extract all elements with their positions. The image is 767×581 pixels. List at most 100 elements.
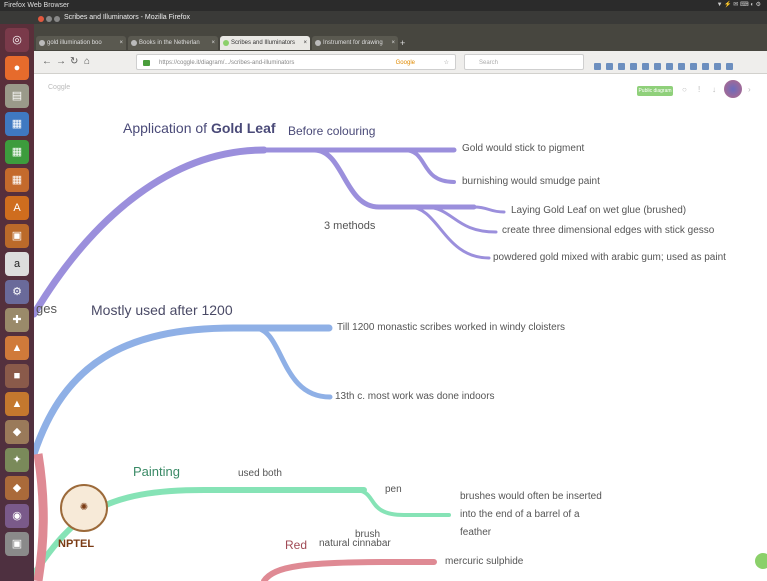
launcher-files-icon[interactable]: ▤ [5,84,29,108]
branch-13th [251,325,333,400]
launcher-app3-icon[interactable]: ▲ [5,392,29,416]
forward-icon[interactable]: → [56,55,66,69]
launcher-app6-icon[interactable]: ◆ [5,476,29,500]
system-top-bar: Firefox Web Browser ▼ ⚡ ✉ ⌨ ◐ ⚙ [0,0,767,11]
toolbar-icon[interactable] [606,63,613,70]
launcher-app8-icon[interactable]: ▣ [5,532,29,556]
launcher-text-icon[interactable]: A [5,196,29,220]
node-brushes-line-1[interactable]: brushes would often be inserted [460,491,602,502]
tab-label: Instrument for drawing [323,40,383,46]
tab-favicon-icon [39,40,45,46]
node-brushes-line-2[interactable]: into the end of a barrel of a [460,509,580,520]
node-before-colouring[interactable]: Before colouring [288,124,375,138]
close-tab-icon[interactable]: × [303,36,307,50]
node-create3d[interactable]: create three dimensional edges with stic… [502,225,714,236]
launcher-app2-icon[interactable]: ■ [5,364,29,388]
minimize-window-icon[interactable] [46,16,52,22]
tab-label: gold illumination boo [47,40,102,46]
node-till-1200[interactable]: Till 1200 monastic scribes worked in win… [337,322,565,333]
node-burnishing[interactable]: burnishing would smudge paint [462,176,600,187]
node-laying[interactable]: Laying Gold Leaf on wet glue (brushed) [511,205,686,216]
system-tray[interactable]: ▼ ⚡ ✉ ⌨ ◐ ⚙ [717,0,761,11]
user-avatar[interactable] [724,80,742,98]
toolbar-icon[interactable] [642,63,649,70]
launcher-dash-icon[interactable]: ◎ [5,28,29,52]
node-pen[interactable]: pen [385,484,402,495]
chevron-right-icon[interactable]: › [748,85,751,94]
toolbar-icon[interactable] [702,63,709,70]
node-powdered[interactable]: powdered gold mixed with arabic gum; use… [493,252,726,263]
node-used-both[interactable]: used both [238,468,282,479]
launcher-app7-icon[interactable]: ◉ [5,504,29,528]
toolbar-icon[interactable] [726,63,733,70]
launcher-software-icon[interactable]: ▣ [5,224,29,248]
coggle-logo[interactable]: Coggle [48,84,70,91]
toolbar-icon[interactable] [654,63,661,70]
launcher-app4-icon[interactable]: ◆ [5,420,29,444]
reload-icon[interactable]: ↻ [70,55,78,69]
system-app-title: Firefox Web Browser [4,2,70,9]
branch-create3d [422,205,498,234]
toolbar-icon[interactable] [630,63,637,70]
launcher-impress-icon[interactable]: ▦ [5,168,29,192]
node-painting[interactable]: Painting [133,464,180,479]
public-diagram-badge[interactable]: Public diagram [637,86,673,96]
close-tab-icon[interactable]: × [211,36,215,50]
info-icon[interactable]: ! [698,85,700,94]
download-icon[interactable]: ↓ [712,85,716,94]
branch-root-red [34,453,48,581]
node-brushes-line-3[interactable]: feather [460,527,491,538]
toolbar-icon[interactable] [594,63,601,70]
search-engine-label: Google [395,60,415,66]
node-natural-cinnabar[interactable]: natural cinnabar [319,538,391,549]
window-title: Scribes and Illuminators - Mozilla Firef… [64,14,191,21]
toolbar-icon[interactable] [714,63,721,70]
launcher-calc-icon[interactable]: ▦ [5,140,29,164]
close-tab-icon[interactable]: × [391,36,395,50]
browser-tab[interactable]: Books in the Netherlan × [128,36,218,50]
launcher-firefox-icon[interactable]: ● [5,56,29,80]
launcher-app-icon[interactable]: ▲ [5,336,29,360]
branch-burnishing [402,148,456,184]
node-red[interactable]: Red [285,538,307,552]
launcher-settings-icon[interactable]: ⚙ [5,280,29,304]
branch-mostly-used [34,324,333,458]
branch-red [261,559,437,581]
launcher-app5-icon[interactable]: ✦ [5,448,29,472]
tab-favicon-icon [315,40,321,46]
node-gold-stick[interactable]: Gold would stick to pigment [462,143,584,154]
coggle-canvas[interactable]: Coggle Public diagram ○ ! ↓ › ges Applic… [34,74,767,581]
node-mercuric[interactable]: mercuric sulphide [445,556,523,567]
toolbar-icon[interactable] [690,63,697,70]
close-tab-icon[interactable]: × [119,36,123,50]
toolbar-icon[interactable] [618,63,625,70]
toolbar-icon[interactable] [678,63,685,70]
comment-icon[interactable]: ○ [682,85,687,94]
home-icon[interactable]: ⌂ [84,55,90,69]
unity-launcher: ◎ ● ▤ ▦ ▦ ▦ A ▣ a ⚙ ✚ ▲ ■ ▲ ◆ ✦ ◆ ◉ ▣ [0,24,34,581]
search-input[interactable]: Search [464,54,584,70]
node-3-methods[interactable]: 3 methods [324,220,375,232]
toolbar-icons [594,57,738,75]
node-gold-leaf-prefix: Application of [123,120,211,136]
node-root-partial[interactable]: ges [36,301,57,316]
tab-label: Books in the Netherlan [139,40,200,46]
browser-tab-active[interactable]: Scribes and Illuminators × [220,36,310,50]
url-bar[interactable]: https://coggle.it/diagram/.../scribes-an… [136,54,456,70]
back-icon[interactable]: ← [42,55,52,69]
node-mostly-used[interactable]: Mostly used after 1200 [91,302,233,318]
new-tab-icon[interactable]: + [400,36,405,50]
browser-tab[interactable]: Instrument for drawing × [312,36,398,50]
node-13th[interactable]: 13th c. most work was done indoors [335,391,495,402]
help-icon[interactable] [755,553,767,569]
browser-tab[interactable]: gold illumination boo × [36,36,126,50]
maximize-window-icon[interactable] [54,16,60,22]
launcher-tools-icon[interactable]: ✚ [5,308,29,332]
node-application-gold-leaf[interactable]: Application of Gold Leaf [123,120,276,136]
close-window-icon[interactable] [38,16,44,22]
launcher-writer-icon[interactable]: ▦ [5,112,29,136]
tab-label: Scribes and Illuminators [231,40,296,46]
toolbar-icon[interactable] [666,63,673,70]
launcher-amazon-icon[interactable]: a [5,252,29,276]
bookmark-star-icon[interactable]: ☆ [444,55,449,71]
